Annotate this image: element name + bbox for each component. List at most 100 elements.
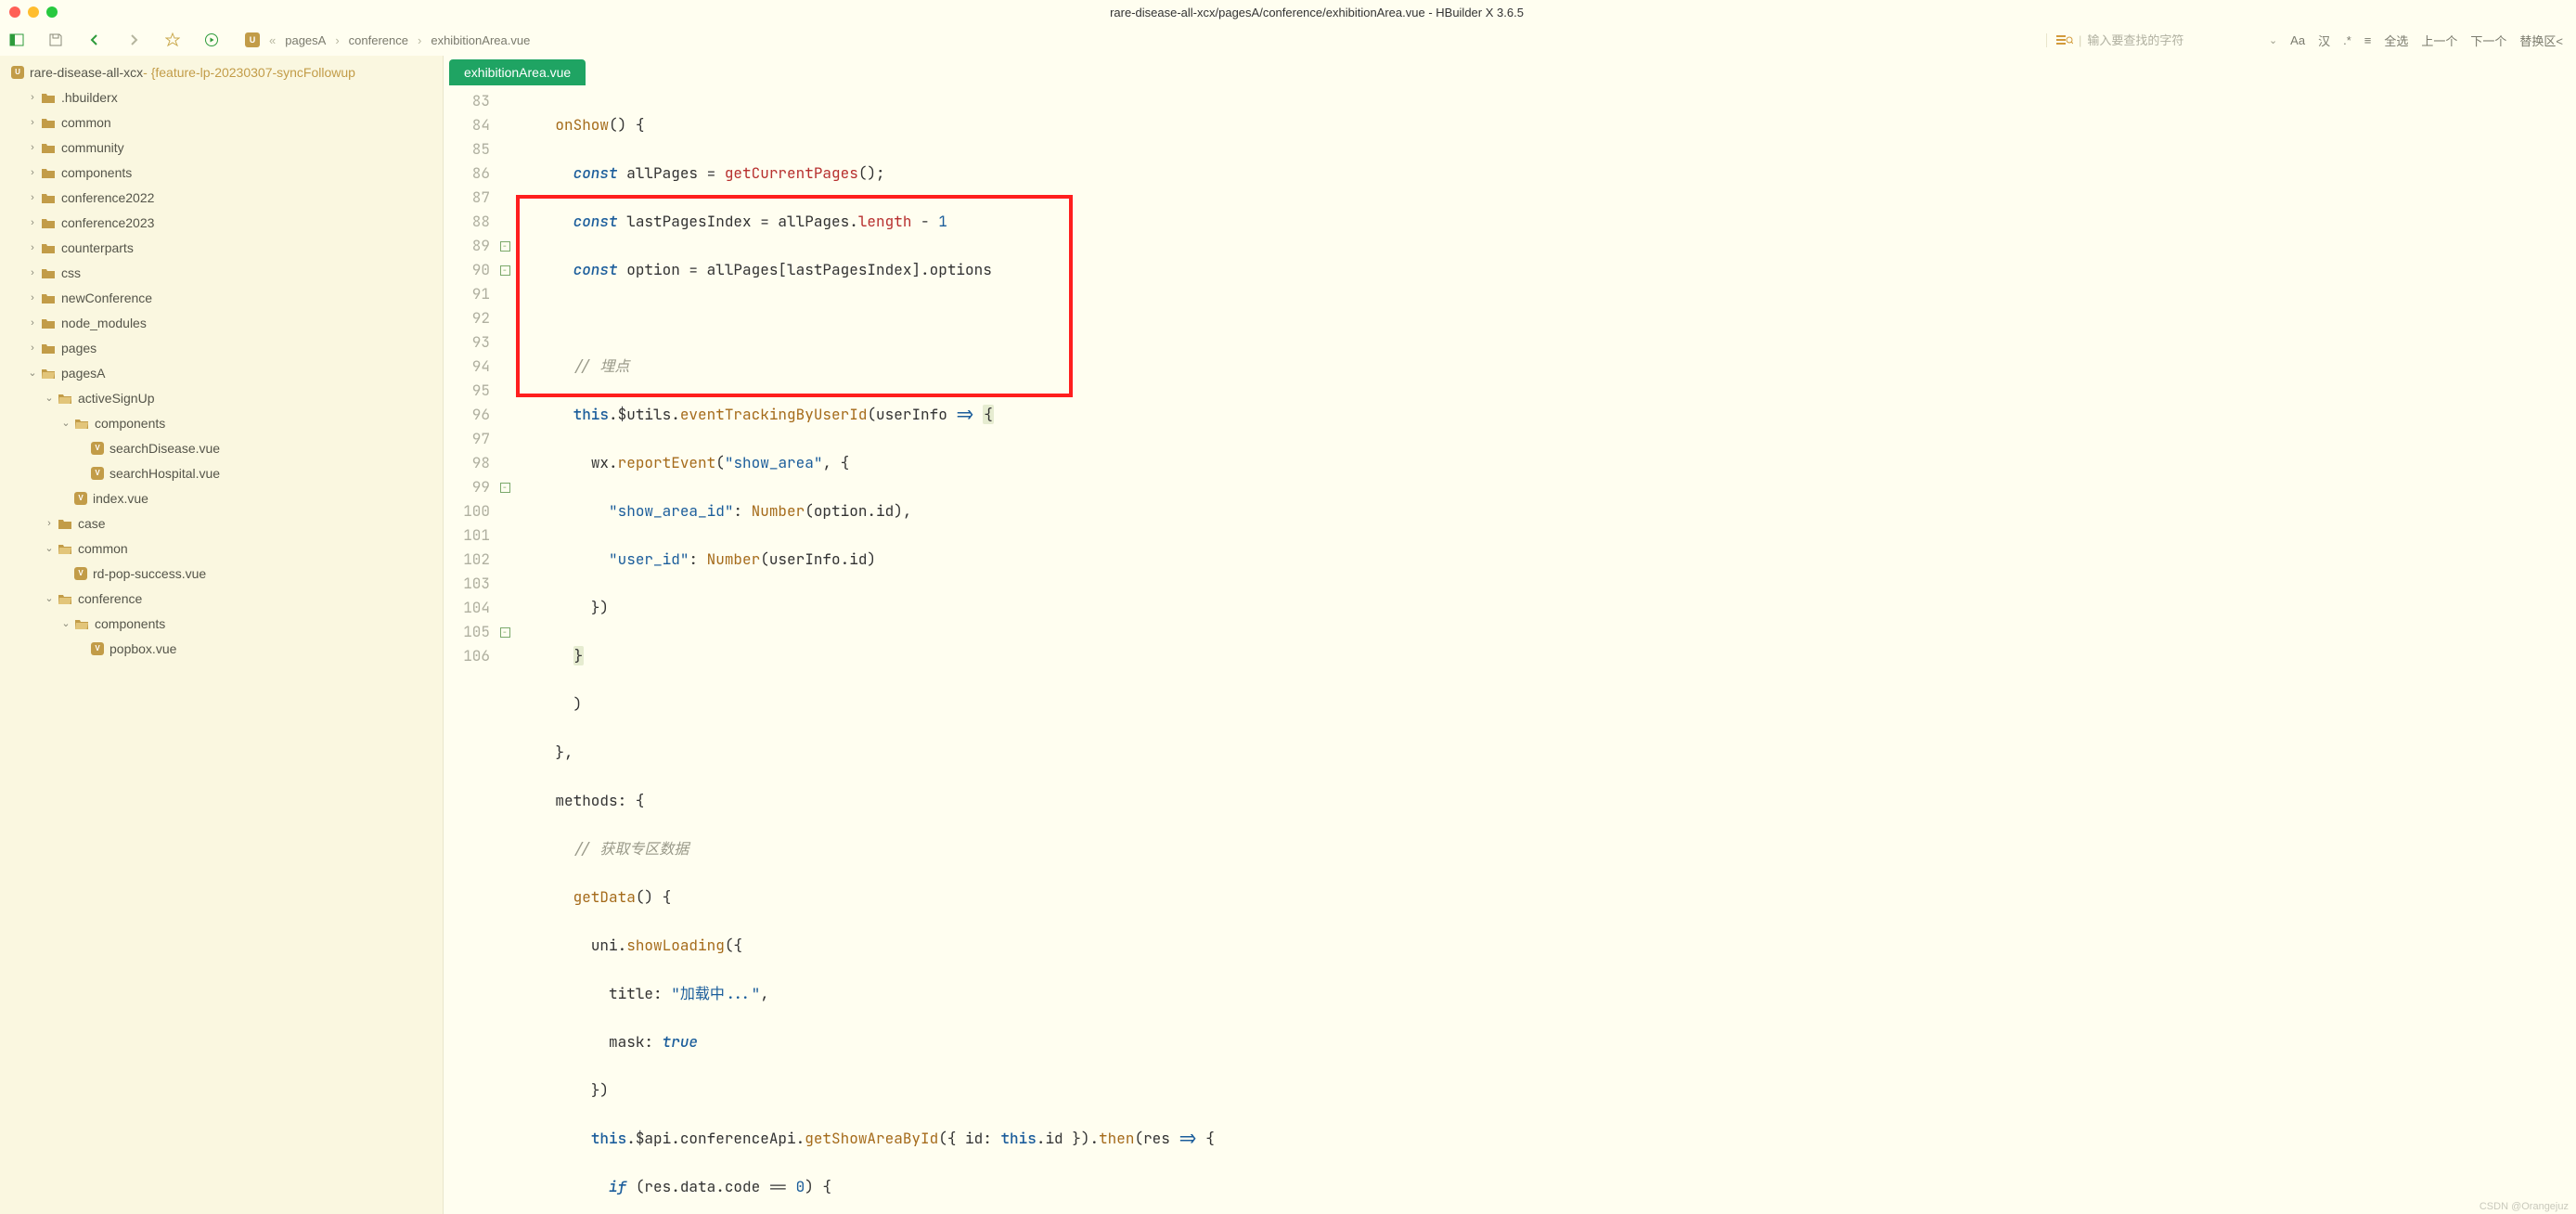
- tok: =>: [1179, 1129, 1196, 1148]
- chevron-right-icon[interactable]: ›: [26, 267, 39, 278]
- tree-folder-row[interactable]: ›community: [0, 135, 443, 160]
- tok: =>: [956, 405, 973, 424]
- tok: .id }).: [1037, 1129, 1099, 1148]
- chevron-right-icon[interactable]: ›: [26, 92, 39, 103]
- chevron-right-icon[interactable]: ›: [26, 317, 39, 329]
- close-window-button[interactable]: [9, 6, 20, 18]
- replace-in-selection-button[interactable]: 替换区<: [2519, 32, 2563, 49]
- minimize-window-button[interactable]: [28, 6, 39, 18]
- chevron-right-icon[interactable]: ›: [26, 217, 39, 228]
- regex-toggle[interactable]: .*: [2343, 33, 2351, 47]
- tree-folder-row[interactable]: ›case: [0, 510, 443, 536]
- fold-marker-slot: [497, 596, 512, 620]
- chevron-down-icon[interactable]: ⌄: [43, 542, 56, 554]
- tree-folder-row[interactable]: ⌄conference: [0, 586, 443, 611]
- find-prev-button[interactable]: 上一个: [2421, 32, 2457, 49]
- tok: ): [573, 694, 583, 714]
- tree-file-row[interactable]: VsearchHospital.vue: [0, 460, 443, 485]
- tree-folder-row[interactable]: ›components: [0, 160, 443, 185]
- bookmark-button[interactable]: [163, 31, 182, 49]
- chevron-down-icon[interactable]: ⌄: [59, 617, 72, 629]
- tree-item-label: pagesA: [61, 366, 105, 381]
- fold-marker-slot: [497, 89, 512, 113]
- tree-folder-row[interactable]: ⌄common: [0, 536, 443, 561]
- options-toggle[interactable]: ≡: [2364, 33, 2372, 47]
- sidebar-toggle-button[interactable]: [7, 31, 26, 49]
- save-button[interactable]: [46, 31, 65, 49]
- line-number: 106: [444, 644, 490, 668]
- chevron-right-icon[interactable]: ›: [26, 342, 39, 354]
- tok: (res.data.code ==: [626, 1177, 795, 1196]
- select-all-button[interactable]: 全选: [2384, 32, 2408, 49]
- nav-forward-button[interactable]: [124, 31, 143, 49]
- match-case-toggle[interactable]: Aa: [2290, 33, 2305, 47]
- tree-folder-row[interactable]: ›css: [0, 260, 443, 285]
- chevron-right-icon[interactable]: ›: [43, 518, 56, 529]
- tree-folder-row[interactable]: ›conference2022: [0, 185, 443, 210]
- tree-folder-row[interactable]: ⌄activeSignUp: [0, 385, 443, 410]
- breadcrumb-seg-2[interactable]: conference: [349, 33, 408, 47]
- tok: this: [1000, 1129, 1036, 1148]
- tree-folder-row[interactable]: ›.hbuilderx: [0, 84, 443, 110]
- run-button[interactable]: [202, 31, 221, 49]
- tree-folder-row[interactable]: ›pages: [0, 335, 443, 360]
- project-root-row[interactable]: U rare-disease-all-xcx - {feature-lp-202…: [0, 59, 443, 84]
- chevron-down-icon[interactable]: ⌄: [43, 392, 56, 404]
- tok: // 获取专区数据: [573, 839, 689, 859]
- tree-folder-row[interactable]: ›node_modules: [0, 310, 443, 335]
- file-tree-sidebar[interactable]: U rare-disease-all-xcx - {feature-lp-202…: [0, 56, 444, 1214]
- chevron-right-icon[interactable]: ›: [26, 142, 39, 153]
- search-input[interactable]: [2087, 33, 2250, 47]
- chevron-down-icon[interactable]: ⌄: [26, 367, 39, 379]
- line-number: 91: [444, 282, 490, 306]
- chevron-right-icon[interactable]: ›: [26, 117, 39, 128]
- chevron-right-icon[interactable]: ›: [26, 292, 39, 304]
- tree-folder-row[interactable]: ›counterparts: [0, 235, 443, 260]
- tok: 1: [938, 212, 947, 231]
- tok: [974, 405, 984, 424]
- breadcrumb-seg-3[interactable]: exhibitionArea.vue: [431, 33, 530, 47]
- maximize-window-button[interactable]: [46, 6, 58, 18]
- chevron-double-left-icon: «: [269, 33, 276, 47]
- chevron-down-icon[interactable]: ⌄: [59, 417, 72, 429]
- tok: // 埋点: [573, 356, 630, 376]
- file-icon: V: [91, 442, 104, 455]
- code-lines[interactable]: onShow() { const allPages = getCurrentPa…: [512, 85, 2576, 1214]
- tree-folder-row[interactable]: ⌄ pagesA: [0, 360, 443, 385]
- tok: .$api.conferenceApi.: [626, 1129, 805, 1148]
- chevron-right-icon[interactable]: ›: [26, 242, 39, 253]
- chevron-right-icon: ›: [335, 33, 339, 47]
- tree-file-row[interactable]: Vpopbox.vue: [0, 636, 443, 661]
- tok: , {: [822, 453, 849, 472]
- tree-folder-row[interactable]: › common: [0, 110, 443, 135]
- fold-toggle-icon[interactable]: −: [500, 265, 510, 276]
- tree-item-label: index.vue: [93, 491, 148, 506]
- tok: ();: [858, 163, 885, 183]
- tree-folder-row[interactable]: ›newConference: [0, 285, 443, 310]
- tok: true: [663, 1032, 698, 1052]
- fold-toggle-icon[interactable]: −: [500, 627, 510, 638]
- fold-toggle-icon[interactable]: −: [500, 483, 510, 493]
- fold-marker-slot: [497, 548, 512, 572]
- tok: (userInfo: [867, 405, 956, 424]
- chevron-right-icon[interactable]: ›: [26, 192, 39, 203]
- tree-folder-row[interactable]: ›conference2023: [0, 210, 443, 235]
- find-next-button[interactable]: 下一个: [2470, 32, 2506, 49]
- tree-file-row[interactable]: VsearchDisease.vue: [0, 435, 443, 460]
- line-number: 93: [444, 330, 490, 355]
- chevron-right-icon[interactable]: ›: [26, 167, 39, 178]
- chevron-down-icon[interactable]: ⌄: [43, 592, 56, 604]
- tree-item-label: components: [95, 416, 165, 431]
- code-area[interactable]: 8384858687888990919293949596979899100101…: [444, 85, 2576, 1214]
- nav-back-button[interactable]: [85, 31, 104, 49]
- fold-toggle-icon[interactable]: −: [500, 241, 510, 252]
- tree-item-label: common: [61, 115, 111, 130]
- tree-folder-row[interactable]: ⌄components: [0, 611, 443, 636]
- match-word-toggle[interactable]: 汉: [2318, 32, 2330, 49]
- tree-folder-row[interactable]: ⌄ components: [0, 410, 443, 435]
- tree-file-row[interactable]: Vrd-pop-success.vue: [0, 561, 443, 586]
- tab-active[interactable]: exhibitionArea.vue: [449, 59, 586, 85]
- breadcrumb-seg-1[interactable]: pagesA: [285, 33, 326, 47]
- chevron-down-icon[interactable]: ⌄: [2269, 34, 2277, 46]
- tree-file-row[interactable]: Vindex.vue: [0, 485, 443, 510]
